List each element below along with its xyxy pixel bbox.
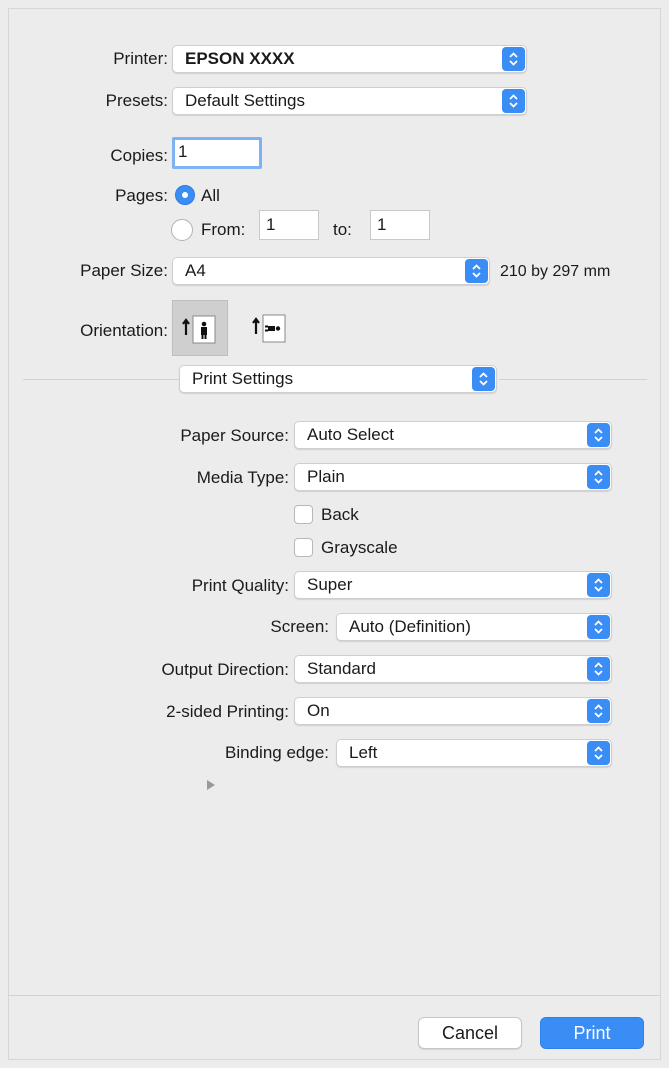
paper-source-label: Paper Source: [180,426,289,445]
up-down-chevron-icon [502,89,525,113]
portrait-orientation-icon [182,315,216,344]
two-sided-value: On [307,701,330,720]
up-down-chevron-icon [587,699,610,723]
section-separator-left [23,379,179,380]
paper-size-value: A4 [185,261,206,280]
paper-source-popup[interactable]: Auto Select [294,421,612,449]
binding-edge-popup[interactable]: Left [336,739,612,767]
up-down-chevron-icon [587,657,610,681]
up-down-chevron-icon [472,367,495,391]
media-type-popup[interactable]: Plain [294,463,612,491]
media-type-label: Media Type: [196,468,289,487]
up-down-chevron-icon [502,47,525,71]
screen-popup[interactable]: Auto (Definition) [336,613,612,641]
landscape-orientation-button[interactable] [243,300,299,356]
presets-value: Default Settings [185,91,306,110]
screen-value: Auto (Definition) [349,617,471,636]
pages-from-label: From: [201,220,246,239]
section-popup[interactable]: Print Settings [179,365,497,393]
landscape-orientation-icon [252,314,286,343]
up-down-chevron-icon [587,741,610,765]
pages-from-field[interactable]: 1 [259,210,319,240]
section-separator-right [499,379,647,380]
print-quality-label: Print Quality: [191,576,289,595]
output-direction-label: Output Direction: [161,660,289,679]
orientation-label: Orientation: [80,321,168,340]
grayscale-checkbox[interactable] [294,538,313,557]
printer-popup[interactable]: EPSON XXXX [172,45,527,73]
back-checkbox[interactable] [294,505,313,524]
paper-size-popup[interactable]: A4 [172,257,490,285]
presets-popup[interactable]: Default Settings [172,87,527,115]
two-sided-popup[interactable]: On [294,697,612,725]
grayscale-label: Grayscale [321,538,398,557]
output-direction-popup[interactable]: Standard [294,655,612,683]
binding-edge-value: Left [349,743,378,762]
up-down-chevron-icon [465,259,488,283]
paper-source-value: Auto Select [307,425,394,444]
disclosure-triangle-icon[interactable] [205,778,217,792]
up-down-chevron-icon [587,465,610,489]
media-type-value: Plain [307,467,345,486]
print-quality-popup[interactable]: Super [294,571,612,599]
two-sided-label: 2-sided Printing: [166,702,289,721]
pages-label: Pages: [115,186,168,205]
presets-label: Presets: [105,91,168,110]
paper-size-label: Paper Size: [80,261,168,280]
copies-label: Copies: [110,146,168,165]
pages-range-radio[interactable] [171,219,193,241]
cancel-button[interactable]: Cancel [418,1017,522,1049]
pages-to-label: to: [333,220,352,239]
footer-separator [9,995,660,996]
screen-label: Screen: [270,617,329,636]
print-button[interactable]: Print [540,1017,644,1049]
portrait-orientation-button[interactable] [172,300,228,356]
output-direction-value: Standard [307,659,376,678]
back-label: Back [321,505,359,524]
binding-edge-label: Binding edge: [225,743,329,762]
pages-all-radio[interactable] [175,185,195,205]
section-popup-value: Print Settings [192,369,294,388]
pages-all-label: All [201,186,220,205]
print-dialog: Printer: EPSON XXXX Presets: Default Set… [8,8,661,1060]
up-down-chevron-icon [587,615,610,639]
pages-to-field[interactable]: 1 [370,210,430,240]
printer-value: EPSON XXXX [185,49,295,68]
copies-field[interactable]: 1 [172,137,262,169]
up-down-chevron-icon [587,423,610,447]
printer-label: Printer: [113,49,168,68]
paper-size-dimensions: 210 by 297 mm [500,263,611,280]
print-quality-value: Super [307,575,353,594]
up-down-chevron-icon [587,573,610,597]
